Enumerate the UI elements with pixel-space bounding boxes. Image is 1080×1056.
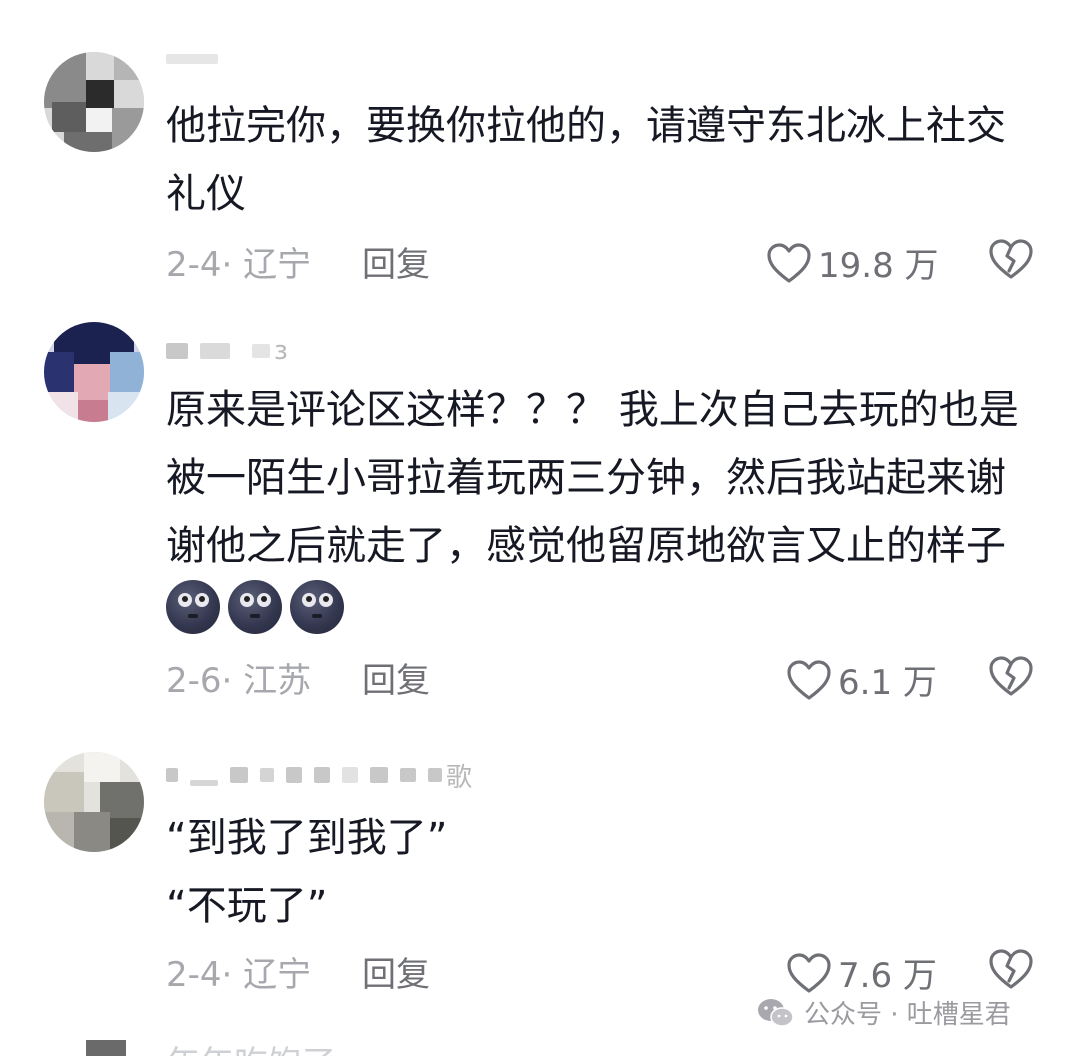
avatar[interactable] — [44, 322, 144, 422]
dislike-button[interactable] — [988, 238, 1034, 284]
broken-heart-icon — [989, 239, 1033, 279]
username[interactable]: 歌 — [166, 760, 472, 793]
emoji-face-icon — [228, 580, 282, 634]
reply-button[interactable]: 回复 — [362, 653, 430, 702]
avatar[interactable] — [44, 752, 144, 852]
username[interactable]: ɜ — [166, 336, 288, 366]
watermark-text: 公众号 · 吐槽星君 — [804, 1000, 1011, 1030]
comment-line: “不玩了” — [166, 883, 328, 929]
emoji-face-icon — [290, 580, 344, 634]
avatar[interactable] — [44, 52, 144, 152]
dislike-button[interactable] — [988, 948, 1034, 994]
emoji-face-icon — [166, 580, 220, 634]
date-location: 2-4· 辽宁 — [166, 954, 312, 995]
wechat-icon — [758, 998, 794, 1027]
heart-outline-icon — [787, 952, 831, 993]
username-tail: ɜ — [274, 336, 288, 366]
date-location: 2-6· 江苏 — [166, 660, 312, 701]
avatar[interactable] — [86, 1040, 126, 1056]
heart-outline-icon — [767, 242, 811, 283]
emoji-row — [166, 580, 344, 634]
comment-line: “到我了到我了” — [166, 815, 448, 861]
like-button[interactable]: 7.6 万 — [786, 948, 937, 997]
comment-meta: 2-4· 辽宁 回复 — [166, 236, 430, 286]
like-count: 7.6 万 — [838, 956, 937, 996]
reply-button[interactable]: 回复 — [362, 237, 430, 286]
date-location: 2-4· 辽宁 — [166, 244, 312, 285]
comment-text: 他拉完你，要换你拉他的，请遵守东北冰上社交礼仪 — [166, 103, 1006, 217]
heart-outline-icon — [787, 659, 831, 700]
like-count: 19.8 万 — [818, 246, 939, 286]
like-button[interactable]: 19.8 万 — [766, 238, 939, 287]
broken-heart-icon — [989, 656, 1033, 696]
comment-meta: 2-6· 江苏 回复 — [166, 652, 430, 702]
username[interactable] — [166, 44, 218, 74]
dislike-button[interactable] — [988, 655, 1034, 701]
like-button[interactable]: 6.1 万 — [786, 655, 937, 704]
comment-text: 原来是评论区这样？？？ 我上次自己去玩的也是被一陌生小哥拉着玩两三分钟，然后我站… — [166, 387, 1019, 569]
cut-off-comment: 年年吃饱了 — [166, 1036, 336, 1056]
comment-text: “到我了到我了” “不玩了” — [166, 804, 1036, 940]
broken-heart-icon — [989, 949, 1033, 989]
comment-meta: 2-4· 辽宁 回复 — [166, 946, 430, 996]
reply-button[interactable]: 回复 — [362, 947, 430, 996]
watermark: 公众号 · 吐槽星君 — [756, 994, 1011, 1031]
username-tail: 歌 — [446, 762, 473, 793]
like-count: 6.1 万 — [838, 663, 937, 703]
